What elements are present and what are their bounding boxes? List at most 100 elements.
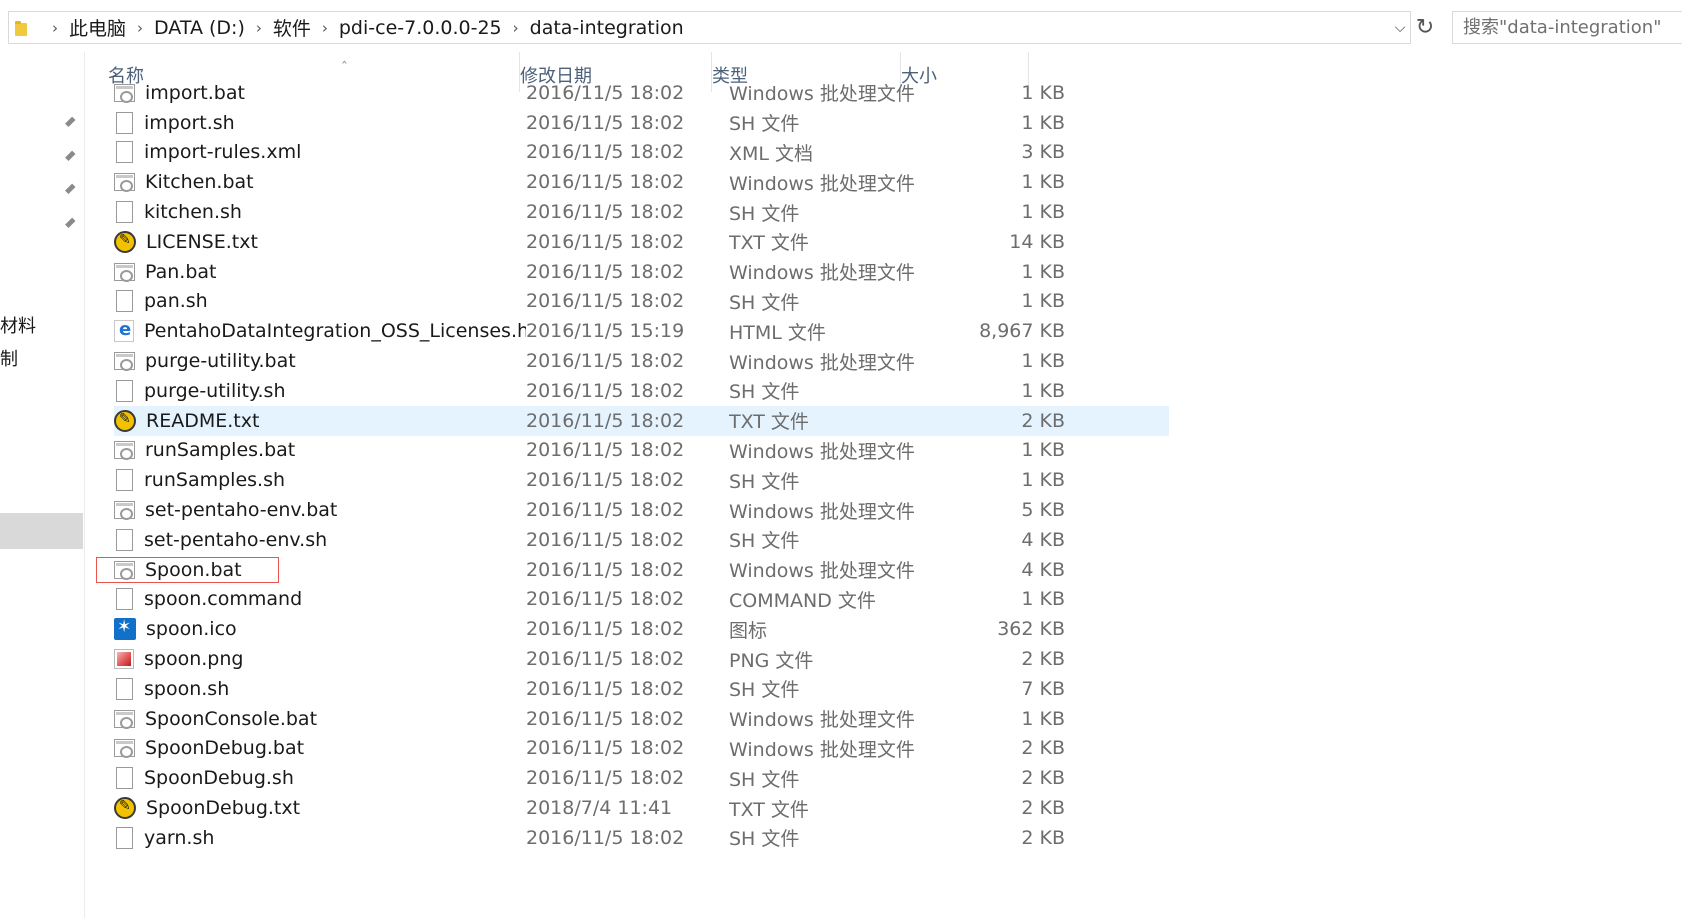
breadcrumb-data-drive[interactable]: DATA (D:) (154, 17, 245, 39)
file-name: purge-utility.sh (144, 379, 286, 402)
file-name-cell[interactable]: import.bat (114, 82, 526, 104)
file-type: TXT 文件 (729, 798, 809, 821)
nav-item-zhi[interactable]: 制 (0, 345, 18, 371)
chevron-right-icon[interactable]: › (47, 19, 63, 37)
file-name: set-pentaho-env.sh (144, 528, 328, 551)
file-row[interactable]: import.sh 2016/11/5 18:02 SH 文件 1 KB (114, 108, 1169, 138)
file-row[interactable]: Kitchen.bat 2016/11/5 18:02 Windows 批处理文件 1… (114, 167, 1169, 197)
file-name-cell[interactable]: SpoonDebug.sh (114, 767, 526, 790)
file-name: SpoonConsole.bat (145, 707, 318, 730)
file-name-cell[interactable]: PentahoDataIntegration_OSS_Licenses.html (114, 320, 526, 343)
file-name-cell[interactable]: Pan.bat (114, 261, 526, 283)
file-row[interactable]: import-rules.xml 2016/11/5 18:02 XML 文档 3 K… (114, 138, 1169, 168)
file-row[interactable]: SpoonDebug.txt 2018/7/4 11:41 TXT 文件 2 KB (114, 793, 1169, 823)
file-name: pan.sh (144, 290, 208, 313)
file-row[interactable]: spoon.command 2016/11/5 18:02 COMMAND 文件 1 … (114, 585, 1169, 615)
file-name: spoon.png (144, 648, 244, 671)
file-name-cell[interactable]: spoon.ico (114, 618, 526, 641)
file-row[interactable]: import.bat 2016/11/5 18:02 Windows 批处理文件 1 … (114, 78, 1169, 108)
file-name-cell[interactable]: purge-utility.sh (114, 379, 526, 402)
bat-file-icon (114, 352, 135, 372)
file-type: Windows 批处理文件 (729, 738, 915, 761)
file-row[interactable]: Pan.bat 2016/11/5 18:02 Windows 批处理文件 1 KB (114, 257, 1169, 287)
file-row[interactable]: runSamples.bat 2016/11/5 18:02 Windows 批处理… (114, 436, 1169, 466)
file-name-cell[interactable]: set-pentaho-env.bat (114, 499, 526, 521)
search-input[interactable] (1463, 17, 1682, 38)
breadcrumb-software[interactable]: 软件 (273, 14, 311, 41)
file-type: Windows 批处理文件 (729, 440, 915, 463)
file-name-cell[interactable]: Kitchen.bat (114, 171, 526, 193)
file-name-cell[interactable]: runSamples.sh (114, 469, 526, 492)
nav-item-materials[interactable]: 材料 (0, 312, 36, 338)
file-name-cell[interactable]: purge-utility.bat (114, 350, 526, 372)
file-row[interactable]: set-pentaho-env.bat 2016/11/5 18:02 Window… (114, 495, 1169, 525)
file-name-cell[interactable]: LICENSE.txt (114, 230, 526, 253)
file-type: XML 文档 (729, 142, 814, 165)
breadcrumb-data-integration[interactable]: data-integration (530, 17, 684, 39)
png-file-icon (114, 649, 134, 670)
bat-file-icon (114, 173, 135, 193)
file-row[interactable]: kitchen.sh 2016/11/5 18:02 SH 文件 1 KB (114, 197, 1169, 227)
file-name-cell[interactable]: SpoonConsole.bat (114, 708, 526, 730)
breadcrumb-pdi[interactable]: pdi-ce-7.0.0.0-25 (339, 17, 502, 39)
nav-item-selected[interactable] (0, 513, 83, 549)
file-name-cell[interactable]: set-pentaho-env.sh (114, 528, 526, 551)
file-row[interactable]: PentahoDataIntegration_OSS_Licenses.html… (114, 316, 1169, 346)
file-size: 4 KB (1021, 528, 1065, 551)
file-name-cell[interactable]: kitchen.sh (114, 201, 526, 224)
navigation-pane[interactable]: ▮ ▮ ▮ ▮ 材料 制 (0, 52, 85, 918)
chevron-right-icon[interactable]: › (251, 19, 267, 37)
file-name-cell[interactable]: SpoonDebug.txt (114, 797, 526, 820)
refresh-icon[interactable]: ↻ (1412, 11, 1438, 44)
file-date: 2016/11/5 18:02 (526, 558, 685, 581)
file-name-cell[interactable]: import-rules.xml (114, 141, 526, 164)
file-date: 2018/7/4 11:41 (526, 797, 673, 820)
file-size: 1 KB (1021, 379, 1065, 402)
file-name-cell[interactable]: import.sh (114, 111, 526, 134)
file-name-cell[interactable]: spoon.png (114, 648, 526, 670)
pin-icon[interactable]: ▮ (59, 111, 82, 134)
file-size: 2 KB (1021, 767, 1065, 790)
file-row[interactable]: SpoonConsole.bat 2016/11/5 18:02 Windows 批… (114, 704, 1169, 734)
chevron-down-icon[interactable]: ⌵ (1390, 12, 1410, 43)
chevron-right-icon[interactable]: › (317, 19, 333, 37)
file-size: 1 KB (1021, 201, 1065, 224)
file-name-cell[interactable]: SpoonDebug.bat (114, 737, 526, 759)
file-name-cell[interactable]: README.txt (114, 409, 526, 432)
file-name-cell[interactable]: spoon.sh (114, 677, 526, 700)
file-name: kitchen.sh (144, 201, 242, 224)
file-name-cell[interactable]: spoon.command (114, 588, 526, 611)
text-editor-icon (114, 230, 136, 253)
file-name-cell[interactable]: yarn.sh (114, 826, 526, 849)
file-name: set-pentaho-env.bat (145, 499, 338, 522)
file-row[interactable]: LICENSE.txt 2016/11/5 18:02 TXT 文件 14 KB (114, 227, 1169, 257)
file-row[interactable]: spoon.sh 2016/11/5 18:02 SH 文件 7 KB (114, 674, 1169, 704)
file-row[interactable]: yarn.sh 2016/11/5 18:02 SH 文件 2 KB (114, 823, 1169, 853)
file-row[interactable]: spoon.ico 2016/11/5 18:02 图标 362 KB (114, 614, 1169, 644)
file-type: HTML 文件 (729, 321, 826, 344)
file-row[interactable]: README.txt 2016/11/5 18:02 TXT 文件 2 KB (114, 405, 1169, 436)
file-row[interactable]: purge-utility.sh 2016/11/5 18:02 SH 文件 1 KB (114, 376, 1169, 406)
file-row[interactable]: SpoonDebug.bat 2016/11/5 18:02 Windows 批处理… (114, 734, 1169, 764)
file-row[interactable]: pan.sh 2016/11/5 18:02 SH 文件 1 KB (114, 287, 1169, 317)
file-row[interactable]: runSamples.sh 2016/11/5 18:02 SH 文件 1 KB (114, 465, 1169, 495)
search-box[interactable] (1452, 11, 1682, 44)
file-row[interactable]: spoon.png 2016/11/5 18:02 PNG 文件 2 KB (114, 644, 1169, 674)
address-bar[interactable]: › 此电脑 › DATA (D:) › 软件 › pdi-ce-7.0.0.0-… (8, 11, 1411, 44)
file-row[interactable]: purge-utility.bat 2016/11/5 18:02 Windows … (114, 346, 1169, 376)
file-name-cell[interactable]: pan.sh (114, 290, 526, 313)
file-type: SH 文件 (729, 113, 800, 136)
file-row[interactable]: SpoonDebug.sh 2016/11/5 18:02 SH 文件 2 KB (114, 763, 1169, 793)
pin-icon[interactable]: ▮ (59, 178, 82, 201)
file-row[interactable]: set-pentaho-env.sh 2016/11/5 18:02 SH 文件 4 … (114, 525, 1169, 555)
breadcrumb-this-pc[interactable]: 此电脑 (69, 14, 126, 41)
file-type: Windows 批处理文件 (729, 709, 915, 732)
chevron-right-icon[interactable]: › (132, 19, 148, 37)
chevron-right-icon[interactable]: › (508, 19, 524, 37)
pin-icon[interactable]: ▮ (59, 145, 82, 168)
file-list[interactable]: 名称 ‸ 修改日期 类型 大小 import.bat 2016/11/5 18:0… (86, 52, 1682, 918)
file-name-cell[interactable]: runSamples.bat (114, 439, 526, 461)
pin-icon[interactable]: ▮ (59, 212, 82, 235)
file-type: SH 文件 (729, 381, 800, 404)
file-type: SH 文件 (729, 768, 800, 791)
